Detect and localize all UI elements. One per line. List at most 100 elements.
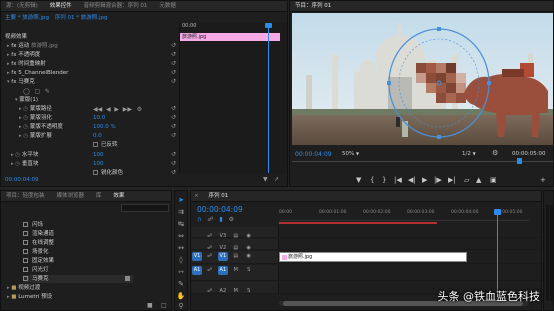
program-timecode[interactable]: 00:00:04:09 (295, 151, 332, 158)
export-icon[interactable]: ↗ (274, 176, 279, 183)
mute-icon[interactable]: M (231, 266, 241, 275)
close-icon[interactable]: × (191, 191, 202, 201)
add-button-icon[interactable]: + (540, 175, 546, 185)
play-icon[interactable]: ▶ (114, 105, 119, 114)
track-header[interactable]: ☍ A2 M S (191, 282, 279, 296)
export-frame-icon[interactable]: ▣ (490, 175, 497, 185)
track-label[interactable]: A2 (218, 287, 228, 296)
horizontal-blocks-value[interactable]: 100 (93, 151, 104, 160)
reset-icon[interactable]: ↺ (171, 160, 176, 167)
list-item[interactable]: 在线调整 (23, 239, 54, 247)
track-header[interactable]: A1 ☍ A1 M S (191, 265, 279, 280)
track-header[interactable]: V1 ☍ V1 ▤ ◉ (191, 251, 279, 263)
track-target[interactable] (192, 283, 202, 292)
eye-icon[interactable]: ◉ (244, 252, 254, 261)
tab-libraries[interactable]: 库 (91, 191, 107, 201)
effect-time-remap[interactable]: ▸ fx 时间重映射 (7, 60, 46, 69)
tab-metadata[interactable]: 元数据 (154, 1, 181, 11)
inverted-checkbox[interactable] (93, 142, 98, 147)
list-item[interactable]: 马赛克 (23, 275, 133, 283)
mask-expand-value[interactable]: 0.0 (93, 132, 102, 141)
mask-feather-row[interactable]: ▸ ◷ 蒙版羽化 (19, 114, 52, 123)
tab-media-browser[interactable]: 媒体浏览器 (51, 191, 89, 201)
track-header[interactable]: ☍ V2 ▤ ◉ (191, 239, 279, 251)
zoom-icon[interactable]: ⚲ (175, 301, 187, 311)
mark-out-icon[interactable]: } (382, 175, 386, 185)
slip-icon[interactable]: ⇿ (175, 267, 187, 277)
tab-audio-mixer[interactable]: 音频剪辑混合器：序列 01 (79, 1, 153, 11)
list-item[interactable]: 渲染通道 (23, 230, 54, 238)
lock-icon[interactable]: ☍ (205, 266, 215, 275)
vertical-blocks-row[interactable]: ▸ ◷ 垂直块 (11, 160, 38, 169)
tab-program[interactable]: 节目：序列 01 (290, 1, 336, 11)
ec-mini-clip[interactable]: 旅游照.jpg (180, 33, 280, 41)
mask-path-row[interactable]: ▸ ◷ 蒙版路径 (19, 105, 52, 114)
settings-wrench-icon[interactable]: ⚙ (229, 216, 234, 223)
mask-expand-row[interactable]: ▸ ◷ 蒙版扩展 (19, 132, 52, 141)
timeline-timecode[interactable]: 00:00:04:09 (197, 205, 243, 214)
ec-playhead[interactable] (268, 23, 269, 173)
new-bin-icon[interactable]: ■ (147, 302, 153, 309)
effect-mosaic[interactable]: ▾ fx 马赛克 (7, 78, 35, 87)
track-label[interactable]: A1 (217, 266, 228, 275)
source-master[interactable]: 主要 * 旅游照.jpg (5, 15, 49, 21)
folder-item[interactable]: ▸ ■ 视频过渡 (7, 284, 40, 292)
reset-icon[interactable]: ↺ (171, 51, 176, 58)
linked-select-icon[interactable]: ☍ (207, 216, 213, 223)
mask-opacity-value[interactable]: 100.0 % (93, 123, 116, 132)
mask-opacity-row[interactable]: ▸ ◷ 蒙版不透明度 (19, 123, 63, 132)
effect-motion[interactable]: ▸ fx 运动 旅游照.jpg (7, 42, 58, 51)
list-item[interactable]: 闪烁 (23, 221, 43, 229)
play-icon[interactable]: ▶ (422, 175, 427, 185)
stopwatch-icon[interactable]: ◷ (23, 106, 28, 112)
timeline-playhead[interactable] (497, 209, 498, 297)
list-item[interactable]: 固定效果 (23, 257, 54, 265)
lock-icon[interactable]: ☍ (205, 252, 215, 261)
sharp-colors-checkbox[interactable] (93, 170, 98, 175)
reset-icon[interactable]: ↺ (171, 69, 176, 76)
effects-search[interactable] (121, 204, 169, 212)
lock-icon[interactable]: ☍ (205, 287, 215, 296)
razor-icon[interactable]: ◊ (175, 255, 187, 265)
timeline-playhead-head[interactable] (494, 209, 501, 215)
track-select-icon[interactable]: ⇉ (175, 207, 187, 217)
solo-icon[interactable]: S (244, 266, 254, 275)
rolling-edit-icon[interactable]: ⇔ (175, 231, 187, 241)
list-item[interactable]: 闪光灯 (23, 266, 49, 274)
list-item[interactable]: 场景化 (23, 248, 49, 256)
track-label[interactable]: V1 (217, 252, 228, 261)
track-back-icon[interactable]: ◀◀ (93, 105, 102, 114)
track-header[interactable]: ☍ V3 ▤ ◉ (191, 227, 279, 239)
step-forward-icon[interactable]: |▶ (434, 175, 442, 185)
reset-icon[interactable]: ↺ (171, 60, 176, 67)
pen-mask-icon[interactable]: ✎ (45, 87, 50, 96)
ec-mini-timeline[interactable]: 00:00 旅游照.jpg (179, 23, 287, 173)
reset-icon[interactable]: ↺ (171, 114, 176, 121)
rect-mask-icon[interactable]: ▢ (34, 87, 40, 96)
track-target[interactable] (192, 240, 202, 249)
ellipse-mask-icon[interactable]: ◯ (23, 87, 30, 96)
reset-icon[interactable]: ↺ (171, 105, 176, 112)
ec-footer-timecode[interactable]: 00:00:04:09 (5, 177, 39, 183)
add-marker-icon[interactable]: ▼ (356, 175, 361, 185)
reset-icon[interactable]: ↺ (171, 78, 176, 85)
solo-icon[interactable]: S (244, 287, 254, 296)
add-marker-icon[interactable]: ▮ (219, 216, 222, 223)
video-frame[interactable] (292, 13, 553, 145)
program-playhead[interactable] (517, 158, 522, 164)
ec-playhead-head[interactable] (265, 23, 272, 28)
tab-project[interactable]: 项目：轻度包装 (1, 191, 50, 201)
extract-icon[interactable]: ▲ (476, 175, 481, 185)
vertical-blocks-value[interactable]: 100 (93, 160, 104, 169)
step-back-icon[interactable]: ◀| (408, 175, 416, 185)
lift-icon[interactable]: ▱ (464, 175, 469, 185)
snap-icon[interactable]: ∩ (197, 216, 201, 223)
trash-icon[interactable]: □ (161, 302, 167, 309)
selection-tool-icon[interactable]: ➤ (175, 195, 187, 205)
reset-icon[interactable]: ↺ (171, 151, 176, 158)
tab-sequence[interactable]: 序列 01 (204, 191, 234, 201)
track-target[interactable] (192, 228, 202, 237)
sync-icon[interactable]: ▤ (231, 252, 241, 261)
ripple-edit-icon[interactable]: ↹ (175, 219, 187, 229)
program-scrub-bar[interactable] (292, 161, 553, 165)
